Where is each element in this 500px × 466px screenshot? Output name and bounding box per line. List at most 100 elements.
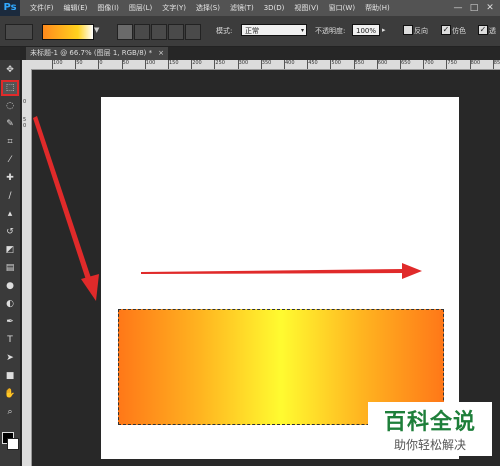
minimize-button[interactable]: — (452, 2, 464, 14)
diamond-gradient-button[interactable] (185, 24, 201, 40)
tools-panel: ✥ ⬚ ◌ ✎ ⌗ ⁄ ✚ ∕ ▴ ↺ ◩ ▤ ● ◐ ✒ T ➤ ■ ✋ ⌕ (0, 60, 21, 466)
mode-label: 模式: (216, 27, 233, 35)
ruler-left-label: 0 (23, 123, 27, 129)
ruler-tick (284, 60, 285, 69)
radial-gradient-button[interactable] (134, 24, 150, 40)
menu-help[interactable]: 帮助(H) (365, 3, 390, 13)
watermark-subtitle: 助你轻松解决 (393, 438, 466, 452)
chevron-down-icon[interactable]: ▼ (94, 26, 99, 34)
opacity-dropdown[interactable]: ▸ (382, 26, 386, 34)
ruler-tick (98, 60, 100, 69)
eyedropper-icon[interactable]: ⁄ (3, 154, 17, 166)
ruler-tick (260, 60, 262, 69)
ruler-tick (237, 60, 239, 69)
menu-image[interactable]: 图像(I) (97, 3, 119, 13)
dither-checkbox[interactable]: ✓ (441, 25, 451, 35)
gradient-preview[interactable] (42, 24, 94, 40)
menu-filter[interactable]: 滤镜(T) (230, 3, 254, 13)
rectangle-icon[interactable]: ■ (3, 370, 17, 382)
ruler-top-label: 50 (122, 60, 129, 66)
horizontal-ruler: 100 50 0 50 100 150 200 250 300 350 400 450 500 550 60… (22, 60, 500, 70)
color-swatches[interactable] (2, 432, 19, 452)
healing-icon[interactable]: ✚ (3, 172, 17, 184)
menu-layer[interactable]: 图层(L) (129, 3, 152, 13)
ruler-top-label: 50 (76, 60, 83, 66)
ruler-top-label: 750 (447, 60, 457, 66)
reverse-label: 反向 (414, 27, 428, 35)
dodge-icon[interactable]: ◐ (3, 298, 17, 310)
ruler-top-label: 650 (401, 60, 411, 66)
ruler-tick (353, 60, 355, 69)
path-select-icon[interactable]: ➤ (3, 352, 17, 364)
ruler-tick (121, 60, 123, 69)
history-brush-icon[interactable]: ↺ (3, 226, 17, 238)
menu-3d[interactable]: 3D(D) (264, 4, 285, 12)
transparency-checkbox[interactable]: ✓ (478, 25, 488, 35)
ruler-tick (492, 60, 494, 69)
reverse-checkbox[interactable] (403, 25, 413, 35)
ruler-left-label: 0 (23, 99, 27, 105)
crop-icon[interactable]: ⌗ (3, 136, 17, 148)
lasso-icon[interactable]: ◌ (3, 100, 17, 112)
ruler-tick (330, 60, 332, 69)
ruler-top-label: 500 (331, 60, 341, 66)
menu-window[interactable]: 窗口(W) (329, 3, 355, 13)
brush-icon[interactable]: ∕ (3, 190, 17, 202)
menu-edit[interactable]: 编辑(E) (64, 3, 88, 13)
transparency-label: 透 (489, 27, 496, 35)
mode-select[interactable]: 正常 ▾ (241, 24, 307, 36)
tool-preset-picker[interactable] (5, 24, 33, 40)
close-tab-icon[interactable]: × (158, 49, 164, 57)
ruler-tick (214, 60, 216, 69)
zoom-icon[interactable]: ⌕ (3, 406, 17, 418)
ruler-top-label: 300 (238, 60, 249, 66)
marquee-icon[interactable]: ⬚ (1, 80, 19, 96)
opacity-label: 不透明度: (315, 27, 346, 35)
document-tab[interactable]: 未标题-1 @ 66.7% (图层 1, RGB/8) * × (26, 47, 168, 60)
dither-label: 仿色 (452, 27, 466, 35)
ruler-top-label: 850 (493, 60, 500, 66)
ruler-top-label: 200 (192, 60, 202, 66)
ruler-top-label: 100 (145, 60, 156, 66)
hand-icon[interactable]: ✋ (3, 388, 17, 400)
ruler-tick (469, 60, 471, 69)
menu-select[interactable]: 选择(S) (196, 3, 220, 13)
ruler-tick (423, 60, 425, 69)
blur-icon[interactable]: ● (3, 280, 17, 292)
watermark-logo: 百科全说 助你轻松解决 (368, 402, 492, 456)
move-icon[interactable]: ✥ (3, 64, 17, 76)
menu-type[interactable]: 文字(Y) (162, 3, 186, 13)
pen-icon[interactable]: ✒ (3, 316, 17, 328)
ruler-top-label: 400 (285, 60, 295, 66)
ruler-top-label: 550 (354, 60, 365, 66)
ruler-tick (400, 60, 401, 69)
watermark-title: 百科全说 (383, 410, 476, 435)
ruler-tick (168, 60, 169, 69)
maximize-button[interactable]: □ (468, 2, 480, 14)
document-tab-label: 未标题-1 @ 66.7% (图层 1, RGB/8) * (30, 49, 153, 57)
ruler-top-label: 450 (308, 60, 318, 66)
ruler-top-label: 800 (470, 60, 481, 66)
opacity-input[interactable]: 100% (352, 24, 380, 36)
type-icon[interactable]: T (3, 334, 17, 346)
vertical-ruler: 0 5 0 (22, 69, 32, 466)
photoshop-logo: Ps (0, 0, 20, 16)
linear-gradient-button[interactable] (117, 24, 133, 40)
ruler-tick (446, 60, 448, 69)
background-color[interactable] (7, 438, 19, 450)
ruler-top-label: 350 (261, 60, 272, 66)
ruler-top-label: 700 (424, 60, 434, 66)
options-bar: ▼ 模式: 正常 ▾ 不透明度: 100% ▸ 反向 ✓ 仿色 ✓ 透 (0, 16, 500, 47)
ruler-top-label: 600 (377, 60, 388, 66)
angle-gradient-button[interactable] (151, 24, 167, 40)
ruler-tick (144, 60, 146, 69)
menu-file[interactable]: 文件(F) (30, 3, 54, 13)
quick-select-icon[interactable]: ✎ (3, 118, 17, 130)
reflected-gradient-button[interactable] (168, 24, 184, 40)
document-tab-bar: 未标题-1 @ 66.7% (图层 1, RGB/8) * × (20, 47, 500, 60)
menu-view[interactable]: 视图(V) (294, 3, 318, 13)
close-button[interactable]: ✕ (484, 2, 496, 14)
gradient-icon[interactable]: ▤ (3, 262, 17, 274)
eraser-icon[interactable]: ◩ (3, 244, 17, 256)
stamp-icon[interactable]: ▴ (3, 208, 17, 220)
